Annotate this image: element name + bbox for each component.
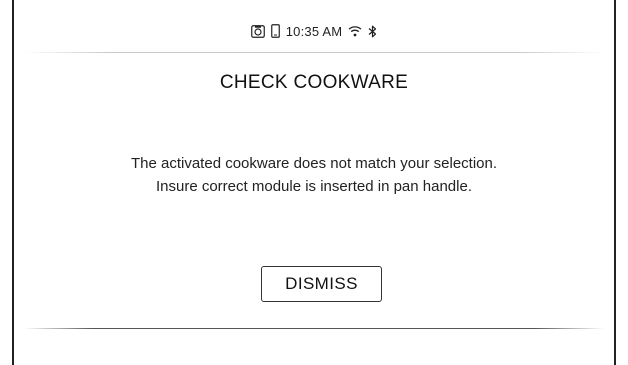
status-bar: 10:35 AM: [14, 18, 614, 44]
footer-divider: [24, 328, 604, 329]
wifi-icon: [348, 25, 362, 37]
screen-bezel-right: [614, 0, 616, 365]
camera-icon: [250, 24, 265, 38]
status-time: 10:35 AM: [285, 23, 343, 39]
dismiss-button[interactable]: DISMISS: [261, 266, 382, 302]
phone-icon: [270, 24, 280, 38]
dialog-message-line-1: The activated cookware does not match yo…: [130, 155, 498, 172]
dialog-message-line-2: Insure correct module is inserted in pan…: [155, 178, 472, 195]
header-divider: [24, 52, 604, 53]
screen-frame: 10:35 AM CHECK COOKWARE The activated co…: [0, 0, 628, 365]
dialog-message: The activated cookware does not match yo…: [14, 152, 614, 198]
dialog-title: CHECK COOKWARE: [219, 72, 409, 93]
bluetooth-icon: [368, 25, 377, 38]
